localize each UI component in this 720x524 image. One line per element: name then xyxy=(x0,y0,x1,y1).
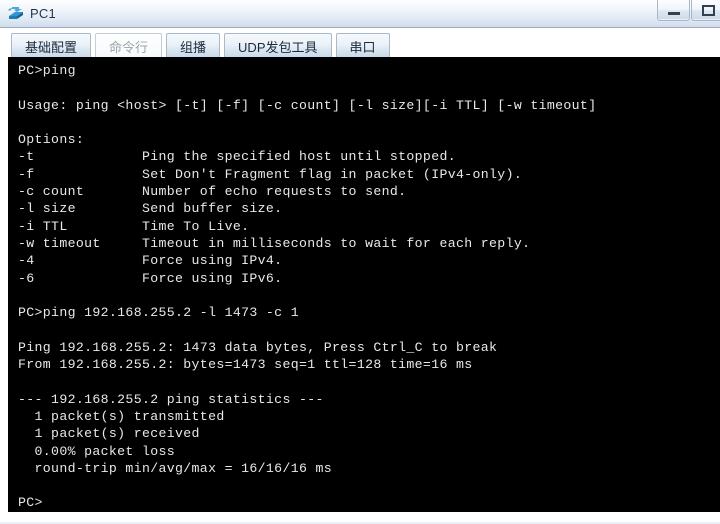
terminal-line: -t Ping the specified host until stopped… xyxy=(18,149,456,165)
terminal-line: round-trip min/avg/max = 16/16/16 ms xyxy=(18,460,333,476)
window-title: PC1 xyxy=(30,6,56,21)
terminal-line: --- 192.168.255.2 ping statistics --- xyxy=(18,391,324,407)
terminal-panel: PC>ping Usage: ping <host> [-t] [-f] [-c… xyxy=(0,57,720,522)
minimize-icon xyxy=(668,12,680,15)
tab-label: UDP发包工具 xyxy=(238,39,318,55)
window-controls xyxy=(656,0,720,24)
pc-device-icon xyxy=(8,6,23,19)
tab-label: 串口 xyxy=(349,39,376,55)
tab-label: 命令行 xyxy=(109,39,149,55)
tab-serial-port[interactable]: 串口 xyxy=(335,33,390,58)
terminal-output[interactable]: PC>ping Usage: ping <host> [-t] [-f] [-c… xyxy=(8,57,720,512)
terminal-line: Options: xyxy=(18,132,85,148)
terminal-line: -c count Number of echo requests to send… xyxy=(18,184,407,200)
tab-command-line[interactable]: 命令行 xyxy=(95,33,163,58)
terminal-line: Ping 192.168.255.2: 1473 data bytes, Pre… xyxy=(18,339,498,355)
terminal-line: Usage: ping <host> [-t] [-f] [-c count] … xyxy=(18,97,597,113)
terminal-line: 0.00% packet loss xyxy=(18,443,176,459)
tab-label: 基础配置 xyxy=(25,39,78,55)
terminal-line: -l size Send buffer size. xyxy=(18,201,283,217)
terminal-line: PC>ping xyxy=(18,63,76,78)
tab-multicast[interactable]: 组播 xyxy=(166,33,221,58)
terminal-line: 1 packet(s) received xyxy=(18,426,200,442)
tab-basic-config[interactable]: 基础配置 xyxy=(11,33,92,58)
tab-udp-packet-tool[interactable]: UDP发包工具 xyxy=(224,33,332,58)
tab-bar: 基础配置 命令行 组播 UDP发包工具 串口 xyxy=(0,28,720,58)
maximize-icon xyxy=(702,5,715,16)
tab-label: 组播 xyxy=(180,39,207,55)
terminal-line: -w timeout Timeout in milliseconds to wa… xyxy=(18,235,531,251)
pc1-window: PC1 基础配置 命令行 组播 UDP发包工具 串口 PC>ping Usage… xyxy=(0,0,720,524)
terminal-line: PC> xyxy=(18,495,43,511)
terminal-line: -f Set Don't Fragment flag in packet (IP… xyxy=(18,166,523,182)
maximize-button[interactable] xyxy=(691,0,720,21)
terminal-line: PC>ping 192.168.255.2 -l 1473 -c 1 xyxy=(18,305,299,321)
terminal-line: -i TTL Time To Live. xyxy=(18,218,250,234)
terminal-line: 1 packet(s) transmitted xyxy=(18,408,225,424)
terminal-line: -6 Force using IPv6. xyxy=(18,270,283,286)
minimize-button[interactable] xyxy=(657,0,690,21)
terminal-line: From 192.168.255.2: bytes=1473 seq=1 ttl… xyxy=(18,357,473,373)
terminal-line: -4 Force using IPv4. xyxy=(18,253,283,269)
title-bar: PC1 xyxy=(0,0,720,28)
